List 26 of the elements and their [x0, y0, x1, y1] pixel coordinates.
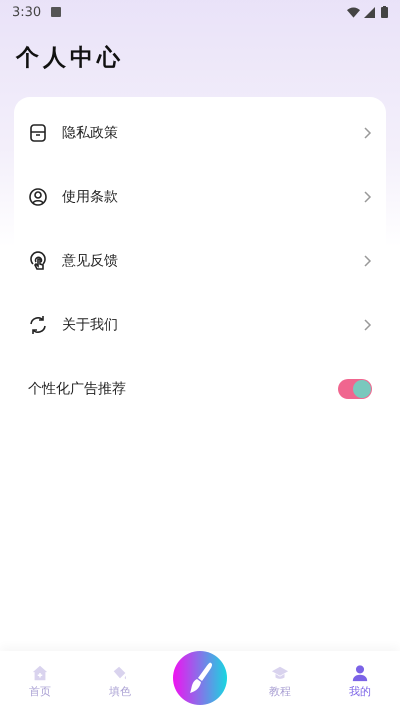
user-icon — [28, 187, 48, 207]
menu-item[interactable]: 隐私政策 — [28, 101, 372, 165]
brush-button[interactable] — [173, 651, 227, 705]
menu-item[interactable]: 关于我们 — [28, 293, 372, 357]
user-icon — [351, 664, 369, 682]
chevron-icon — [362, 254, 372, 268]
status-time: 3:30 — [12, 4, 42, 20]
graduation-cap-icon — [271, 664, 289, 682]
toggle-switch[interactable] — [338, 379, 372, 399]
notification-icon — [51, 7, 62, 17]
nav-tab[interactable]: 我的 — [320, 664, 400, 699]
menu-item[interactable]: 使用条款 — [28, 165, 372, 229]
refresh-icon — [28, 315, 48, 335]
battery-icon — [381, 6, 388, 18]
page-title: 个人中心 — [16, 43, 124, 73]
touch-icon — [28, 251, 48, 271]
drawer-icon — [28, 123, 48, 143]
chevron-icon — [362, 318, 372, 332]
chevron-icon — [362, 190, 372, 204]
wifi-icon — [347, 6, 360, 18]
setting-label: 个性化广告推荐 — [28, 380, 127, 398]
menu-item[interactable]: 意见反馈 — [28, 229, 372, 293]
home-icon — [31, 664, 49, 682]
signal-icon — [364, 6, 375, 18]
paint-bucket-icon — [111, 664, 129, 682]
chevron-icon — [362, 126, 372, 140]
